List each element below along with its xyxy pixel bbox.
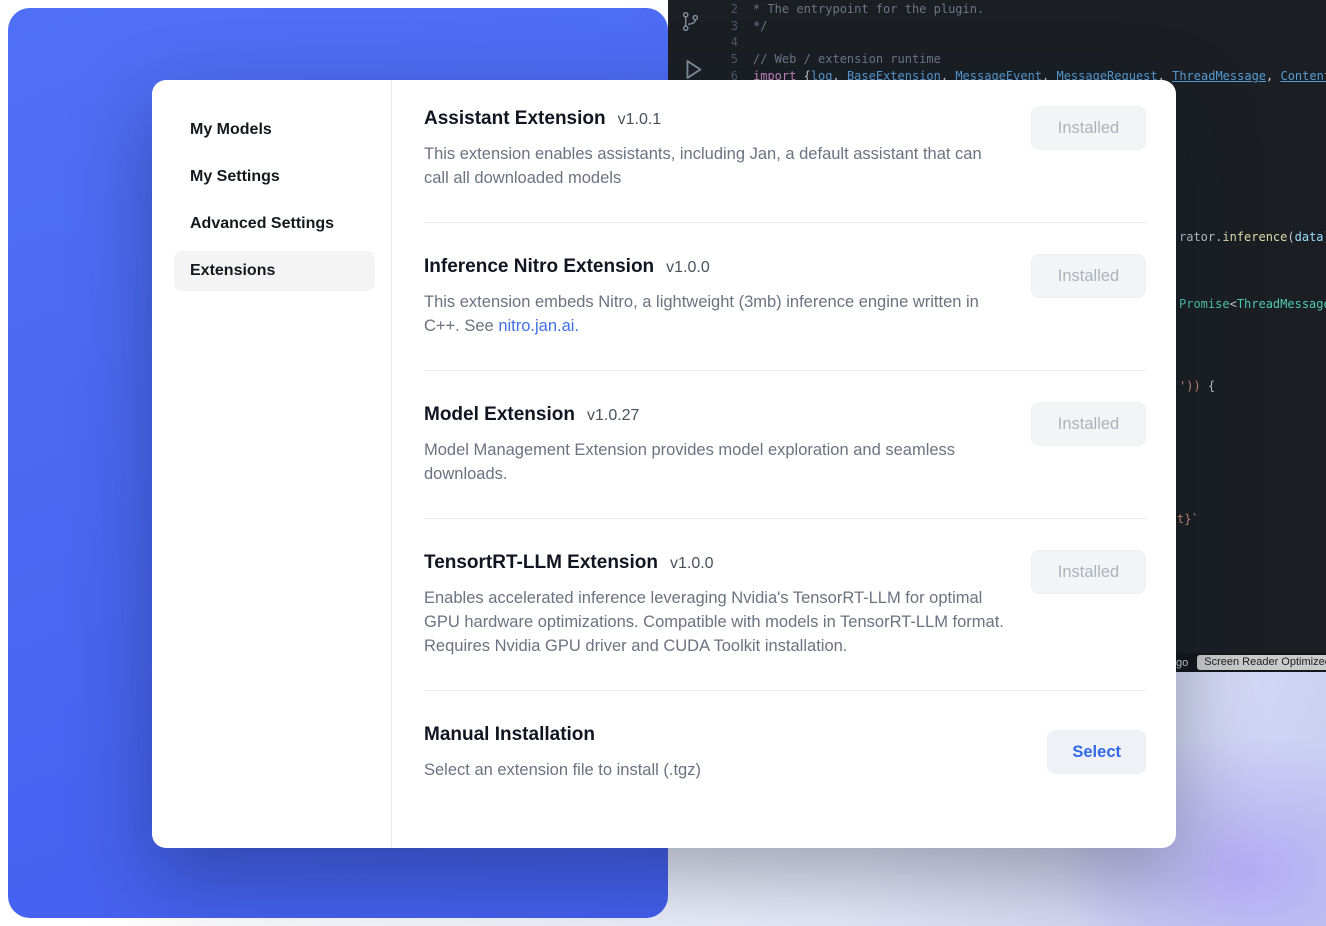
code-fragment: ')) { xyxy=(1179,378,1215,394)
code-fragment: rator.inference(data)); xyxy=(1179,229,1326,245)
divider xyxy=(424,518,1146,519)
source-control-branch-icon xyxy=(679,10,702,36)
settings-sidebar: My Models My Settings Advanced Settings … xyxy=(152,80,392,848)
screen-reader-chip: Screen Reader Optimized xyxy=(1197,655,1326,670)
sidebar-item-advanced-settings[interactable]: Advanced Settings xyxy=(174,204,375,244)
extension-row-assistant: Assistant Extension v1.0.1 This extensio… xyxy=(424,106,1146,190)
line-number: 3 xyxy=(724,18,738,35)
code-line: 3 */ xyxy=(724,18,1326,35)
extension-description: Enables accelerated inference leveraging… xyxy=(424,586,1009,658)
code-fragment: t}` xyxy=(1177,511,1199,527)
extension-description: Model Management Extension provides mode… xyxy=(424,438,1009,486)
code-fragment: Promise<ThreadMessage> xyxy=(1179,296,1326,312)
editor-status-bar: go Screen Reader Optimized xyxy=(1168,653,1326,672)
divider xyxy=(424,370,1146,371)
extension-row-tensorrt: TensortRT-LLM Extension v1.0.0 Enables a… xyxy=(424,550,1146,658)
divider xyxy=(424,222,1146,223)
extension-version: v1.0.0 xyxy=(666,259,710,277)
line-number: 2 xyxy=(724,1,738,18)
installed-button[interactable]: Installed xyxy=(1031,550,1146,594)
extension-version: v1.0.27 xyxy=(587,407,639,425)
installed-button[interactable]: Installed xyxy=(1031,254,1146,298)
line-number: 4 xyxy=(724,34,738,51)
extension-row-nitro: Inference Nitro Extension v1.0.0 This ex… xyxy=(424,254,1146,338)
select-file-button[interactable]: Select xyxy=(1047,730,1146,774)
extension-title: Model Extension xyxy=(424,402,575,428)
extension-title: Inference Nitro Extension xyxy=(424,254,654,280)
manual-installation-row: Manual Installation Select an extension … xyxy=(424,722,1146,782)
code-line: 4 xyxy=(724,34,1326,51)
extension-version: v1.0.1 xyxy=(618,111,662,129)
code-text: */ xyxy=(753,18,767,35)
sidebar-item-my-settings[interactable]: My Settings xyxy=(174,157,375,197)
page-background: 2 * The entrypoint for the plugin. 3 */ … xyxy=(0,0,1326,926)
extensions-panel: Assistant Extension v1.0.1 This extensio… xyxy=(392,80,1176,848)
extension-title: Assistant Extension xyxy=(424,106,606,132)
nitro-link[interactable]: nitro.jan.ai. xyxy=(498,317,579,335)
extension-description: This extension enables assistants, inclu… xyxy=(424,142,1009,190)
extension-version: v1.0.0 xyxy=(670,555,714,573)
code-line: 2 * The entrypoint for the plugin. xyxy=(724,1,1326,18)
status-text: go xyxy=(1176,657,1188,669)
settings-modal: My Models My Settings Advanced Settings … xyxy=(152,80,1176,848)
extension-row-model: Model Extension v1.0.27 Model Management… xyxy=(424,402,1146,486)
extension-description: This extension embeds Nitro, a lightweig… xyxy=(424,290,1009,338)
extension-title: TensortRT-LLM Extension xyxy=(424,550,658,576)
sidebar-item-my-models[interactable]: My Models xyxy=(174,110,375,150)
manual-installation-title: Manual Installation xyxy=(424,722,595,748)
divider xyxy=(424,690,1146,691)
sidebar-item-extensions[interactable]: Extensions xyxy=(174,251,375,291)
manual-installation-description: Select an extension file to install (.tg… xyxy=(424,758,701,782)
installed-button[interactable]: Installed xyxy=(1031,106,1146,150)
line-number: 5 xyxy=(724,51,738,68)
code-lines: 2 * The entrypoint for the plugin. 3 */ … xyxy=(724,1,1326,85)
installed-button[interactable]: Installed xyxy=(1031,402,1146,446)
code-line: 5 // Web / extension runtime xyxy=(724,51,1326,68)
code-text: // Web / extension runtime xyxy=(753,51,941,68)
code-text: * The entrypoint for the plugin. xyxy=(753,1,984,18)
